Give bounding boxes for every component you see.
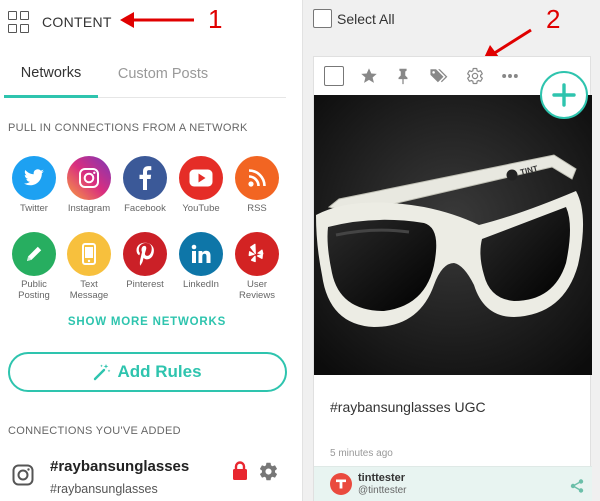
plus-icon <box>552 83 576 107</box>
post-photo[interactable]: TINT <box>314 95 592 375</box>
connection-item[interactable]: #raybansunglasses #raybansunglasses <box>0 452 302 501</box>
avatar[interactable] <box>330 473 352 495</box>
star-icon[interactable] <box>360 67 378 85</box>
network-label: YouTube <box>182 203 220 214</box>
linkedin-icon <box>179 232 223 276</box>
rss-icon <box>235 156 279 200</box>
post-time: 5 minutes ago <box>330 448 393 459</box>
tab-custom-posts[interactable]: Custom Posts <box>108 50 218 98</box>
gear-icon[interactable] <box>466 67 484 85</box>
tags-icon[interactable] <box>428 67 450 85</box>
network-label: User Reviews <box>239 279 275 301</box>
network-instagram[interactable]: Instagram <box>61 156 117 214</box>
network-twitter[interactable]: Twitter <box>6 156 62 214</box>
connections-added-label: CONNECTIONS YOU'VE ADDED <box>8 425 181 437</box>
tab-networks[interactable]: Networks <box>4 50 98 98</box>
more-icon[interactable] <box>500 67 520 85</box>
add-rules-button[interactable]: Add Rules <box>8 352 287 392</box>
post-caption: #raybansunglasses UGC <box>330 399 486 415</box>
network-public-posting[interactable]: Public Posting <box>6 232 62 301</box>
select-all[interactable]: Select All <box>313 9 395 28</box>
post-card: TINT #raybansunglasses UGC 5 minutes ago… <box>313 56 592 501</box>
pinterest-icon <box>123 232 167 276</box>
network-label: Facebook <box>124 203 166 214</box>
network-label: Instagram <box>67 203 111 214</box>
content-header: CONTENT <box>8 10 112 34</box>
network-label: Text Message <box>69 279 109 301</box>
posts-panel: Select All 2 TINT #raybansunglasses UGC … <box>302 0 600 501</box>
content-sidebar: CONTENT 1 Networks Custom Posts PULL IN … <box>0 0 302 501</box>
annotation-number-2: 2 <box>546 4 561 34</box>
annotation-arrow-1 <box>120 12 194 28</box>
network-label: RSS <box>247 203 267 214</box>
network-text-message[interactable]: Text Message <box>61 232 117 301</box>
add-post-button[interactable] <box>540 71 588 119</box>
sunglasses-image: TINT <box>314 95 592 375</box>
pencil-icon <box>12 232 56 276</box>
share-icon[interactable] <box>570 479 584 493</box>
instagram-icon <box>12 464 34 486</box>
lock-icon[interactable] <box>232 461 248 481</box>
network-facebook[interactable]: Facebook <box>117 156 173 214</box>
network-label: Public Posting <box>18 279 50 301</box>
phone-icon <box>67 232 111 276</box>
network-youtube[interactable]: YouTube <box>173 156 229 214</box>
network-rss[interactable]: RSS <box>229 156 285 214</box>
facebook-icon <box>123 156 167 200</box>
youtube-icon <box>179 156 223 200</box>
gear-icon[interactable] <box>258 461 279 482</box>
connection-subtitle: #raybansunglasses <box>50 482 158 496</box>
network-linkedin[interactable]: LinkedIn <box>173 232 229 290</box>
app-root: CONTENT 1 Networks Custom Posts PULL IN … <box>0 0 600 501</box>
post-checkbox[interactable] <box>324 66 344 86</box>
yelp-icon <box>235 232 279 276</box>
post-username[interactable]: tinttester <box>358 472 405 484</box>
select-all-label: Select All <box>337 10 395 27</box>
content-title: CONTENT <box>42 14 112 30</box>
select-all-checkbox[interactable] <box>313 9 332 28</box>
post-footer: tinttester @tinttester <box>314 466 592 501</box>
tint-logo-icon <box>336 479 346 489</box>
content-tabs: Networks Custom Posts <box>4 50 286 98</box>
annotation-number-1: 1 <box>208 4 223 34</box>
instagram-icon <box>67 156 111 200</box>
pin-icon[interactable] <box>394 67 412 85</box>
twitter-icon <box>12 156 56 200</box>
magic-wand-icon <box>94 364 111 381</box>
add-rules-label: Add Rules <box>117 362 202 381</box>
network-label: Pinterest <box>126 279 164 290</box>
pull-section-label: PULL IN CONNECTIONS FROM A NETWORK <box>8 122 248 134</box>
network-label: LinkedIn <box>183 279 219 290</box>
network-label: Twitter <box>20 203 48 214</box>
grid-icon[interactable] <box>8 11 30 33</box>
post-handle: @tinttester <box>358 485 407 496</box>
show-more-networks-link[interactable]: SHOW MORE NETWORKS <box>8 316 286 328</box>
network-pinterest[interactable]: Pinterest <box>117 232 173 290</box>
network-user-reviews[interactable]: User Reviews <box>229 232 285 301</box>
connection-name: #raybansunglasses <box>50 458 190 475</box>
